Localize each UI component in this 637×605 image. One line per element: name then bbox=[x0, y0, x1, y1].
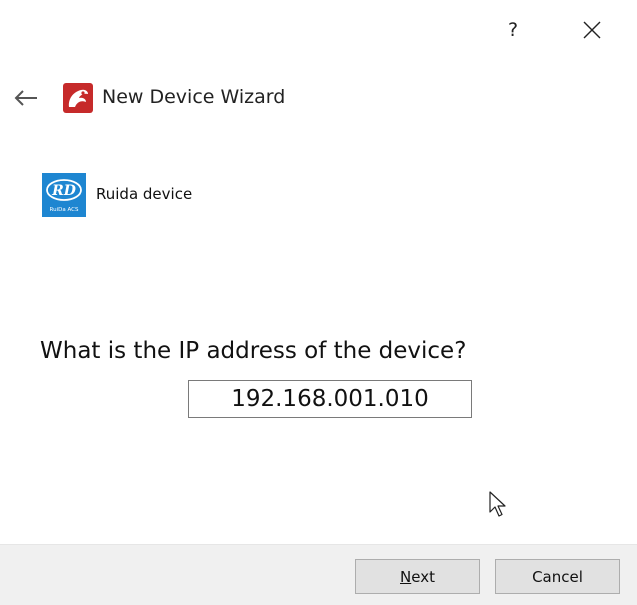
close-button[interactable] bbox=[575, 14, 609, 46]
wizard-title: New Device Wizard bbox=[102, 86, 286, 108]
ip-address-input[interactable] bbox=[188, 380, 472, 418]
ip-question-label: What is the IP address of the device? bbox=[40, 338, 467, 364]
new-device-wizard-dialog: ? New Device Wizard RD RuiDa ACS Ruida d… bbox=[0, 0, 637, 605]
mouse-pointer-icon bbox=[489, 491, 506, 517]
cancel-label: Cancel bbox=[532, 567, 583, 586]
close-icon bbox=[583, 21, 601, 39]
back-button[interactable] bbox=[10, 84, 42, 112]
next-label: ext bbox=[411, 567, 435, 586]
lightburn-app-icon bbox=[63, 83, 93, 113]
help-button[interactable]: ? bbox=[496, 14, 530, 46]
back-arrow-icon bbox=[14, 90, 37, 106]
dialog-footer: Next Cancel bbox=[0, 544, 637, 605]
ruida-logo-subtext: RuiDa ACS bbox=[50, 207, 79, 213]
help-label: ? bbox=[507, 19, 519, 41]
cancel-button[interactable]: Cancel bbox=[495, 559, 620, 594]
next-mnemonic: N bbox=[400, 567, 412, 586]
device-type-label: Ruida device bbox=[96, 185, 193, 203]
ruida-logo-text: RD bbox=[51, 183, 77, 199]
ruida-logo-icon: RD RuiDa ACS bbox=[42, 173, 86, 217]
next-button[interactable]: Next bbox=[355, 559, 480, 594]
